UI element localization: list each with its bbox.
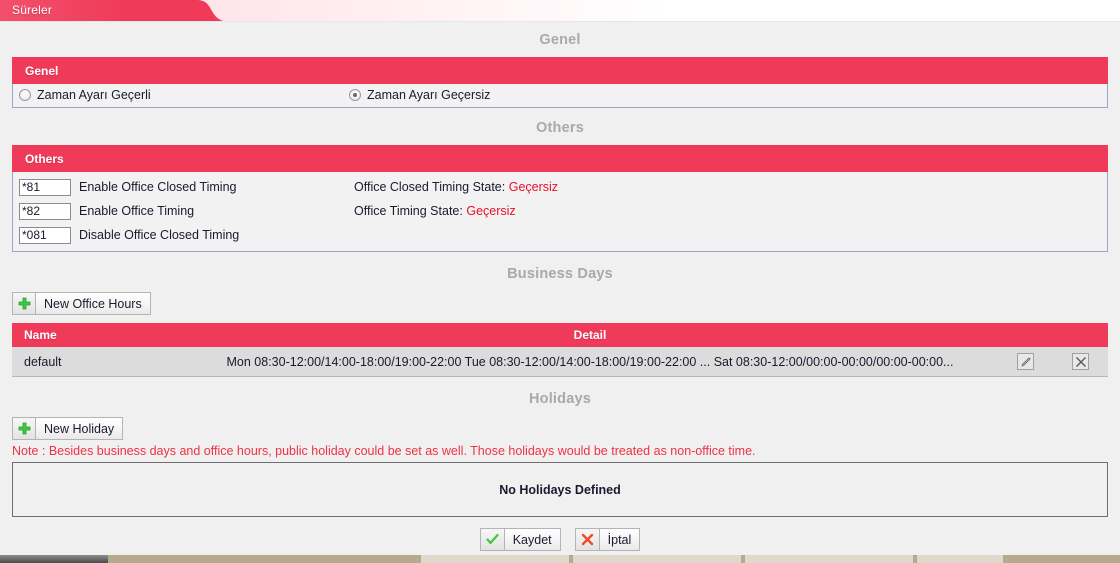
taskbar-item[interactable]	[744, 555, 914, 563]
radio-button-selected-icon[interactable]	[349, 89, 361, 101]
holidays-note-text: Besides business days and office hours, …	[48, 444, 756, 458]
genel-panel: Zaman Ayarı Geçerli Zaman Ayarı Geçersiz	[12, 84, 1108, 108]
cancel-button[interactable]: İptal	[574, 528, 641, 551]
new-holiday-label[interactable]: New Holiday	[35, 417, 124, 440]
others-label-disable-office-closed-timing: Disable Office Closed Timing	[79, 228, 240, 242]
radio-zaman-ayari-gecerli[interactable]: Zaman Ayarı Geçerli	[19, 88, 349, 102]
holidays-empty-message: No Holidays Defined	[499, 482, 621, 497]
cancel-button-label[interactable]: İptal	[598, 528, 641, 551]
cell-delete-action[interactable]	[1053, 347, 1108, 377]
table-row[interactable]: default Mon 08:30-12:00/14:00-18:00/19:0…	[12, 347, 1108, 377]
holidays-empty-state: No Holidays Defined	[12, 462, 1108, 517]
section-title-genel: Genel	[539, 32, 581, 48]
radio-label-gecerli: Zaman Ayarı Geçerli	[37, 88, 151, 102]
section-title-business-days: Business Days	[507, 266, 613, 282]
pencil-icon[interactable]	[1017, 353, 1034, 370]
tab-strip: Süreler	[0, 0, 1120, 22]
business-days-table-header-row: Name Detail	[12, 323, 1108, 347]
business-days-toolbar: New Office Hours	[0, 292, 1120, 315]
section-title-others: Others	[536, 120, 584, 136]
footer-button-bar: Kaydet İptal	[0, 528, 1120, 551]
radio-zaman-ayari-gecersiz[interactable]: Zaman Ayarı Geçersiz	[349, 88, 490, 102]
taskbar	[0, 555, 1120, 563]
cell-edit-action[interactable]	[998, 347, 1053, 377]
others-panel: Enable Office Closed Timing Office Close…	[12, 172, 1108, 252]
business-days-table: Name Detail default Mon 08:30-12:00/14:0…	[12, 323, 1108, 377]
column-header-edit	[998, 323, 1053, 347]
plus-icon[interactable]	[12, 292, 35, 315]
others-grid: Enable Office Closed Timing Office Close…	[13, 172, 1107, 251]
tab-label: Süreler	[12, 3, 53, 17]
new-office-hours-label[interactable]: New Office Hours	[35, 292, 151, 315]
holidays-toolbar: New Holiday	[0, 417, 1120, 440]
new-holiday-button[interactable]: New Holiday	[12, 417, 124, 440]
others-row: Enable Office Closed Timing Office Close…	[13, 175, 1107, 199]
state-office-timing: Office Timing State: Geçersiz	[354, 204, 516, 218]
cell-detail: Mon 08:30-12:00/14:00-18:00/19:00-22:00 …	[182, 347, 998, 377]
others-label-enable-office-timing: Enable Office Timing	[79, 204, 195, 218]
state-value-office-closed-timing: Geçersiz	[508, 180, 559, 194]
page-content: Genel Genel Zaman Ayarı Geçerli Zaman Ay…	[0, 22, 1120, 563]
column-header-detail[interactable]: Detail	[182, 323, 998, 347]
others-panel-header: Others	[12, 145, 1108, 172]
taskbar-item[interactable]	[420, 555, 570, 563]
plus-icon[interactable]	[12, 417, 35, 440]
radio-button-unselected-icon[interactable]	[19, 89, 31, 101]
new-office-hours-button[interactable]: New Office Hours	[12, 292, 151, 315]
section-title-holidays: Holidays	[528, 391, 592, 407]
cross-icon[interactable]	[574, 528, 599, 551]
state-value-office-timing: Geçersiz	[466, 204, 516, 218]
genel-panel-header: Genel	[12, 57, 1108, 84]
others-row: Disable Office Closed Timing	[13, 223, 1107, 247]
code-input-disable-office-closed-timing[interactable]	[19, 226, 71, 244]
taskbar-start-button[interactable]	[0, 555, 108, 563]
cell-name: default	[12, 347, 182, 377]
radio-label-gecersiz: Zaman Ayarı Geçersiz	[367, 88, 491, 102]
taskbar-item[interactable]	[572, 555, 742, 563]
taskbar-item[interactable]	[916, 555, 1004, 563]
column-header-name[interactable]: Name	[12, 323, 182, 347]
close-icon[interactable]	[1072, 353, 1089, 370]
state-label-office-closed-timing: Office Closed Timing State:	[354, 180, 506, 194]
code-input-enable-office-closed-timing[interactable]	[19, 178, 71, 196]
others-label-enable-office-closed-timing: Enable Office Closed Timing	[79, 180, 237, 194]
code-input-enable-office-timing[interactable]	[19, 202, 71, 220]
others-row: Enable Office Timing Office Timing State…	[13, 199, 1107, 223]
genel-radio-row: Zaman Ayarı Geçerli Zaman Ayarı Geçersiz	[13, 84, 1107, 107]
holidays-note-prefix: Note :	[12, 444, 46, 458]
save-button[interactable]: Kaydet	[479, 528, 561, 551]
state-label-office-timing: Office Timing State:	[354, 204, 463, 218]
holidays-note: Note : Besides business days and office …	[0, 440, 1120, 462]
check-icon[interactable]	[479, 528, 504, 551]
state-office-closed-timing: Office Closed Timing State: Geçersiz	[354, 180, 558, 194]
save-button-label[interactable]: Kaydet	[503, 528, 561, 551]
column-header-delete	[1053, 323, 1108, 347]
